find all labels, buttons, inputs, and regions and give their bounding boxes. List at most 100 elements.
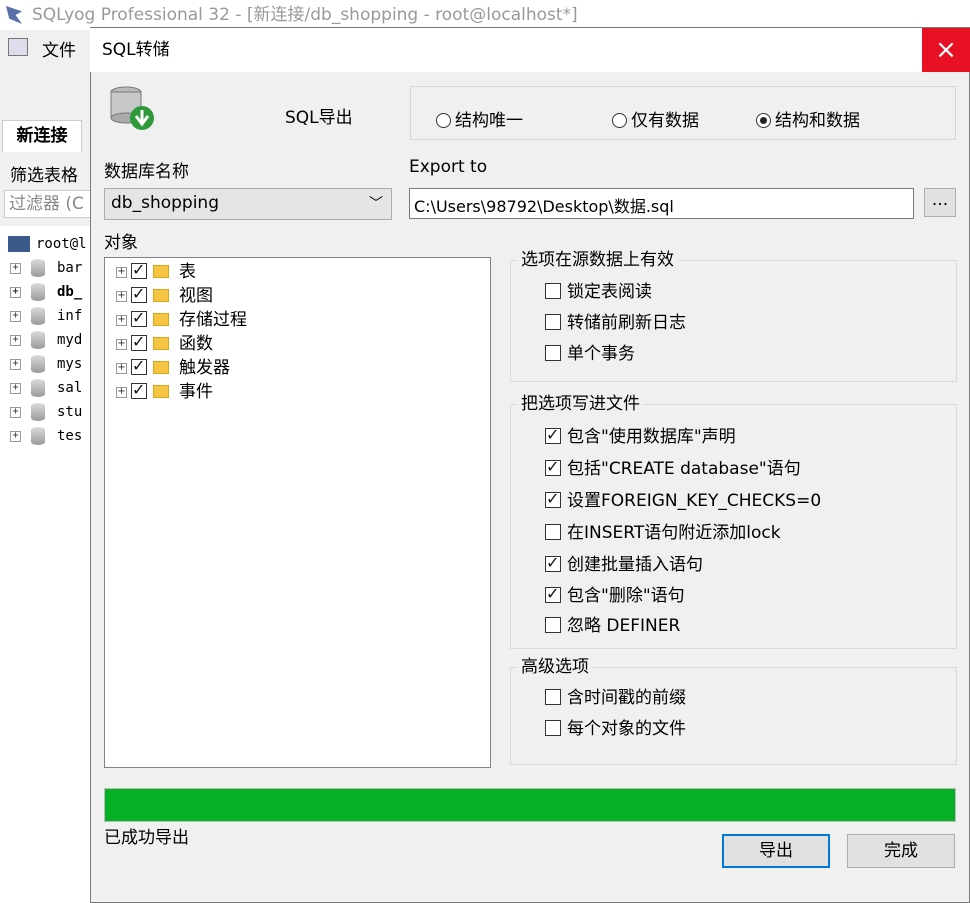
checkbox-icon[interactable]	[545, 283, 561, 299]
option-flush-logs[interactable]: 转储前刷新日志	[545, 312, 686, 334]
export-path-input[interactable]: C:\Users\98792\Desktop\数据.sql	[409, 188, 914, 219]
expand-icon[interactable]: +	[116, 338, 127, 350]
radio-structure-and-data[interactable]: 结构和数据	[756, 106, 860, 131]
database-select[interactable]: db_shopping ﹀	[104, 188, 392, 220]
write-options-title: 把选项写进文件	[517, 393, 644, 415]
object-item[interactable]: +存储过程	[116, 308, 247, 332]
checkbox-icon[interactable]	[545, 584, 561, 604]
radio-icon	[612, 113, 627, 128]
object-item[interactable]: +事件	[116, 380, 213, 404]
checkbox-icon[interactable]	[131, 260, 147, 280]
option-use-database[interactable]: 包含"使用数据库"声明	[545, 425, 736, 448]
close-button[interactable]: ×	[922, 28, 970, 72]
tree-db-item[interactable]: + mys	[10, 354, 82, 374]
object-item[interactable]: +视图	[116, 284, 213, 308]
option-drop-statements[interactable]: 包含"删除"语句	[545, 584, 685, 607]
expand-icon[interactable]: +	[10, 310, 21, 322]
browse-button[interactable]: ...	[924, 188, 956, 217]
advanced-options-group	[510, 667, 957, 765]
checkbox-icon[interactable]	[545, 720, 561, 736]
checkbox-icon[interactable]	[545, 345, 561, 361]
checkbox-icon[interactable]	[545, 457, 561, 477]
main-window-titlebar: SQLyog Professional 32 - [新连接/db_shoppin…	[0, 0, 970, 30]
checkbox-icon[interactable]	[545, 524, 561, 540]
expand-icon[interactable]: +	[116, 314, 127, 326]
done-button[interactable]: 完成	[847, 834, 955, 868]
expand-icon[interactable]: +	[116, 362, 127, 374]
expand-icon[interactable]: +	[116, 290, 127, 302]
expand-icon[interactable]: +	[10, 262, 21, 274]
expand-icon[interactable]: +	[10, 430, 21, 442]
radio-data-only[interactable]: 仅有数据	[612, 106, 699, 131]
expand-icon[interactable]: +	[10, 286, 21, 298]
database-icon	[31, 355, 45, 373]
menu-icon	[8, 38, 28, 56]
option-insert-lock[interactable]: 在INSERT语句附近添加lock	[545, 522, 781, 544]
database-icon	[31, 307, 45, 325]
checkbox-icon[interactable]	[131, 332, 147, 352]
expand-icon[interactable]: +	[10, 334, 21, 346]
database-name-label: 数据库名称	[104, 162, 189, 182]
option-bulk-insert[interactable]: 创建批量插入语句	[545, 553, 703, 576]
export-to-label: Export to	[409, 157, 488, 177]
checkbox-icon[interactable]	[131, 380, 147, 400]
folder-icon	[153, 313, 169, 326]
option-foreign-key-checks[interactable]: 设置FOREIGN_KEY_CHECKS=0	[545, 489, 821, 512]
status-text: 已成功导出	[104, 828, 189, 848]
database-icon	[31, 379, 45, 397]
object-browser-panel: 新连接 筛选表格 过滤器 (C root@l + bar + db_ + inf + m…	[0, 64, 93, 903]
server-icon	[8, 236, 30, 252]
radio-selected-icon	[756, 113, 771, 128]
filter-input[interactable]: 过滤器 (C	[4, 190, 92, 218]
sql-export-label: SQL导出	[285, 108, 353, 128]
expand-icon[interactable]: +	[10, 358, 21, 370]
checkbox-icon[interactable]	[545, 553, 561, 573]
export-button[interactable]: 导出	[722, 834, 830, 868]
option-single-transaction[interactable]: 单个事务	[545, 343, 635, 365]
checkbox-icon[interactable]	[131, 284, 147, 304]
advanced-options-title: 高级选项	[517, 656, 593, 678]
option-create-database[interactable]: 包括"CREATE database"语句	[545, 457, 801, 480]
option-file-per-object[interactable]: 每个对象的文件	[545, 718, 686, 740]
checkbox-icon[interactable]	[545, 314, 561, 330]
tree-db-item[interactable]: + tes	[10, 426, 82, 446]
chevron-down-icon: ﹀	[369, 196, 383, 212]
connection-tab[interactable]: 新连接	[2, 120, 82, 152]
option-timestamp-prefix[interactable]: 含时间戳的前缀	[545, 687, 686, 709]
sql-export-icon	[106, 84, 156, 134]
object-item[interactable]: +表	[116, 260, 196, 284]
filter-placeholder: 过滤器 (C	[9, 194, 84, 214]
sqlyog-logo-icon	[6, 6, 22, 24]
dialog-titlebar: SQL转储	[90, 28, 922, 72]
objects-label: 对象	[104, 233, 138, 253]
checkbox-icon[interactable]	[545, 425, 561, 445]
menu-file[interactable]: 文件	[42, 36, 76, 61]
tree-db-item[interactable]: + bar	[10, 258, 82, 278]
folder-icon	[153, 385, 169, 398]
expand-icon[interactable]: +	[10, 382, 21, 394]
checkbox-icon[interactable]	[545, 489, 561, 509]
expand-icon[interactable]: +	[116, 386, 127, 398]
checkbox-icon[interactable]	[545, 689, 561, 705]
checkbox-icon[interactable]	[131, 308, 147, 328]
folder-icon	[153, 289, 169, 302]
main-window-title: SQLyog Professional 32 - [新连接/db_shoppin…	[32, 5, 578, 25]
option-lock-tables[interactable]: 锁定表阅读	[545, 281, 652, 303]
folder-icon	[153, 361, 169, 374]
checkbox-icon[interactable]	[131, 356, 147, 376]
tree-db-item[interactable]: + inf	[10, 306, 82, 326]
option-ignore-definer[interactable]: 忽略 DEFINER	[545, 615, 680, 637]
tree-db-item[interactable]: + db_	[10, 282, 82, 302]
expand-icon[interactable]: +	[10, 406, 21, 418]
database-icon	[31, 259, 45, 277]
tree-db-item[interactable]: + stu	[10, 402, 82, 422]
object-item[interactable]: +函数	[116, 332, 213, 356]
tree-db-item[interactable]: + sal	[10, 378, 82, 398]
radio-structure-only[interactable]: 结构唯一	[436, 106, 523, 131]
tree-db-item[interactable]: + myd	[10, 330, 82, 350]
tree-root[interactable]: root@l	[8, 234, 87, 254]
progress-bar	[104, 788, 956, 822]
checkbox-icon[interactable]	[545, 617, 561, 633]
object-item[interactable]: +触发器	[116, 356, 230, 380]
expand-icon[interactable]: +	[116, 266, 127, 278]
